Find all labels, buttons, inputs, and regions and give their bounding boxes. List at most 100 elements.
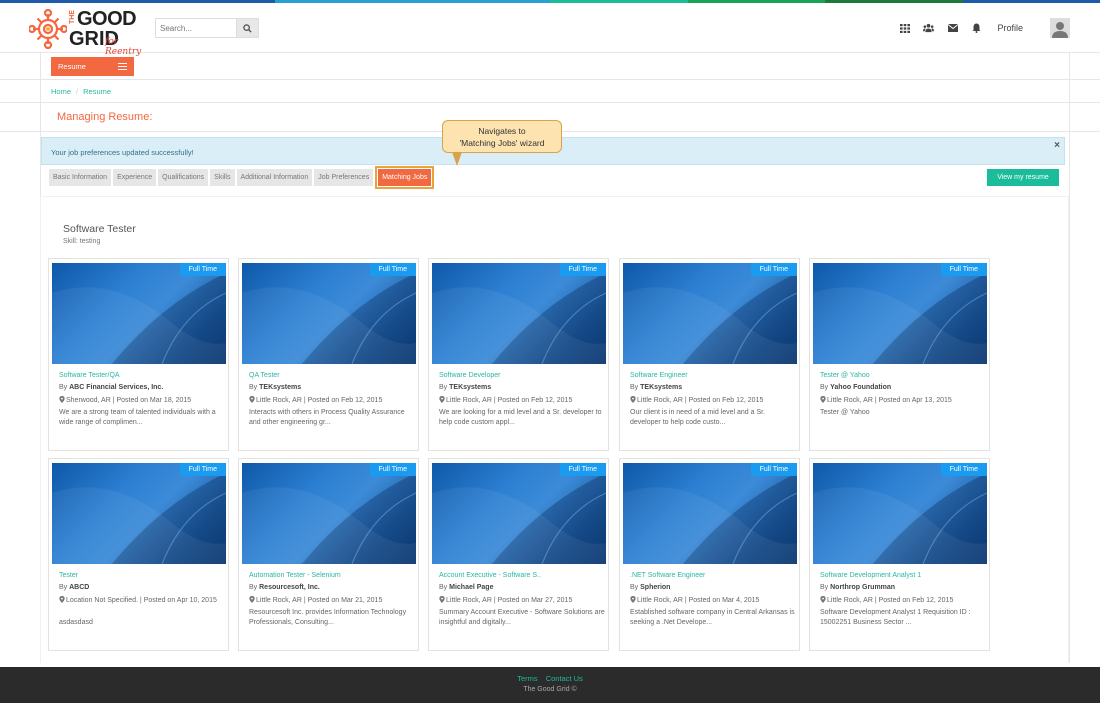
map-pin-icon <box>439 596 445 603</box>
job-card-location: Little Rock, AR | Posted on Mar 21, 2015 <box>249 596 415 606</box>
view-my-resume-button[interactable]: View my resume <box>987 169 1059 186</box>
job-card-title[interactable]: Software Development Analyst 1 <box>820 572 921 579</box>
job-card-title[interactable]: Software Developer <box>439 372 500 379</box>
logo-good-text: GOOD <box>77 8 137 30</box>
map-pin-icon <box>630 596 636 603</box>
job-card-image[interactable]: Full Time <box>242 463 416 564</box>
job-card-image-art <box>432 473 606 564</box>
job-type-badge: Full Time <box>369 463 416 476</box>
job-card-image[interactable]: Full Time <box>242 263 416 364</box>
location-text: Little Rock, AR | Posted on Feb 12, 2015 <box>256 397 383 404</box>
job-card-description: We are looking for a mid level and a Sr.… <box>439 409 602 426</box>
callout-line-2: 'Matching Jobs' wizard <box>459 138 545 148</box>
breadcrumb-home[interactable]: Home <box>51 87 71 96</box>
job-card[interactable]: Full Time Software Development Analyst 1… <box>809 458 990 651</box>
location-text: Little Rock, AR | Posted on Apr 13, 2015 <box>827 397 952 404</box>
footer-terms-link[interactable]: Terms <box>517 674 537 683</box>
job-card[interactable]: Full Time Software Engineer By TEKsystem… <box>619 258 800 451</box>
job-card-title[interactable]: Automation Tester - Selenium <box>249 572 341 579</box>
job-card[interactable]: Full Time Software Developer By TEKsyste… <box>428 258 609 451</box>
logo-gear-icon <box>29 9 67 49</box>
company-by: By <box>249 384 258 391</box>
preference-title: Software Tester <box>63 223 136 235</box>
job-card-location: Little Rock, AR | Posted on Apr 13, 2015 <box>820 396 986 406</box>
job-card-description: We are a strong team of talented individ… <box>59 409 216 426</box>
mail-icon[interactable] <box>947 23 958 34</box>
apps-grid-icon[interactable] <box>899 23 910 34</box>
tab-basic-information[interactable]: Basic Information <box>49 169 112 186</box>
job-type-badge: Full Time <box>179 463 226 476</box>
job-card-title[interactable]: .NET Software Engineer <box>630 572 705 579</box>
callout-line-1: Navigates to <box>478 126 526 136</box>
map-pin-icon <box>820 396 826 403</box>
footer-links: Terms Contact Us <box>0 674 1100 683</box>
footer-contact-link[interactable]: Contact Us <box>546 674 583 683</box>
job-card-image-art <box>813 473 987 564</box>
job-card-title[interactable]: Tester @ Yahoo <box>820 372 870 379</box>
tab-job-preferences[interactable]: Job Preferences <box>314 169 374 186</box>
avatar[interactable] <box>1050 18 1070 38</box>
tab-qualifications[interactable]: Qualifications <box>158 169 209 186</box>
bell-icon[interactable] <box>971 23 982 34</box>
job-card[interactable]: Full Time Tester By ABCD Location Not Sp… <box>48 458 229 651</box>
job-card[interactable]: Full Time QA Tester By TEKsystems Little… <box>238 258 419 451</box>
users-icon[interactable] <box>923 23 935 34</box>
divider <box>0 79 1100 80</box>
tab-matching-jobs[interactable]: Matching Jobs <box>375 166 435 189</box>
company-by: By <box>249 584 258 591</box>
map-pin-icon <box>59 396 65 403</box>
job-card-image[interactable]: Full Time <box>813 463 987 564</box>
job-card-title[interactable]: Account Executive - Software S.. <box>439 572 541 579</box>
location-text: Little Rock, AR | Posted on Mar 21, 2015 <box>256 597 383 604</box>
job-card-image[interactable]: Full Time <box>813 263 987 364</box>
job-card-title[interactable]: Software Tester/QA <box>59 372 120 379</box>
location-text: Little Rock, AR | Posted on Feb 12, 2015 <box>637 397 764 404</box>
resume-menu-button[interactable]: Resume <box>51 57 134 76</box>
job-card-location: Little Rock, AR | Posted on Feb 12, 2015 <box>249 396 415 406</box>
job-card-image-art <box>813 273 987 364</box>
job-card[interactable]: Full Time .NET Software Engineer By Sphe… <box>619 458 800 651</box>
job-card-title[interactable]: Software Engineer <box>630 372 688 379</box>
job-card-image[interactable]: Full Time <box>432 263 606 364</box>
job-card-image-art <box>242 473 416 564</box>
job-card-image[interactable]: Full Time <box>52 263 226 364</box>
job-card-image[interactable]: Full Time <box>623 463 797 564</box>
search-button[interactable] <box>236 19 258 37</box>
map-pin-icon <box>820 596 826 603</box>
job-card-image[interactable]: Full Time <box>52 463 226 564</box>
tab-skills[interactable]: Skills <box>210 169 235 186</box>
location-text: Little Rock, AR | Posted on Mar 4, 2015 <box>637 597 760 604</box>
job-card-image[interactable]: Full Time <box>623 263 797 364</box>
job-card[interactable]: Full Time Account Executive - Software S… <box>428 458 609 651</box>
map-pin-icon <box>59 596 65 603</box>
header-actions: Profile <box>899 17 1070 39</box>
job-card[interactable]: Full Time Automation Tester - Selenium B… <box>238 458 419 651</box>
company-name: TEKsystems <box>449 384 492 391</box>
job-card-title[interactable]: QA Tester <box>249 372 280 379</box>
job-card[interactable]: Full Time Software Tester/QA By ABC Fina… <box>48 258 229 451</box>
company-by: By <box>59 384 68 391</box>
job-card-company: By Yahoo Foundation <box>820 384 891 391</box>
tab-additional-information[interactable]: Additional Information <box>236 169 313 186</box>
job-type-badge: Full Time <box>940 263 987 276</box>
preference-skill: Skill: testing <box>63 238 101 245</box>
search-input[interactable] <box>156 19 238 37</box>
job-card-title[interactable]: Tester <box>59 572 78 579</box>
job-card-image[interactable]: Full Time <box>432 463 606 564</box>
job-card-location: Little Rock, AR | Posted on Feb 12, 2015 <box>630 396 796 406</box>
company-by: By <box>820 384 829 391</box>
job-card[interactable]: Full Time Tester @ Yahoo By Yahoo Founda… <box>809 258 990 451</box>
breadcrumb-current[interactable]: Resume <box>83 87 111 96</box>
job-type-badge: Full Time <box>940 463 987 476</box>
job-card-company: By Spherion <box>630 584 670 591</box>
close-icon[interactable]: × <box>1054 140 1060 151</box>
company-by: By <box>439 584 448 591</box>
job-card-image-art <box>432 273 606 364</box>
alert-message: Your job preferences updated successfull… <box>51 148 194 157</box>
location-text: Sherwood, AR | Posted on Mar 18, 2015 <box>66 397 192 404</box>
job-card-company: By Resourcesoft, Inc. <box>249 584 320 591</box>
profile-link[interactable]: Profile <box>997 23 1023 33</box>
logo[interactable]: THE GOOD GRID for Reentry <box>29 7 154 57</box>
tab-experience[interactable]: Experience <box>113 169 157 186</box>
map-pin-icon <box>439 396 445 403</box>
